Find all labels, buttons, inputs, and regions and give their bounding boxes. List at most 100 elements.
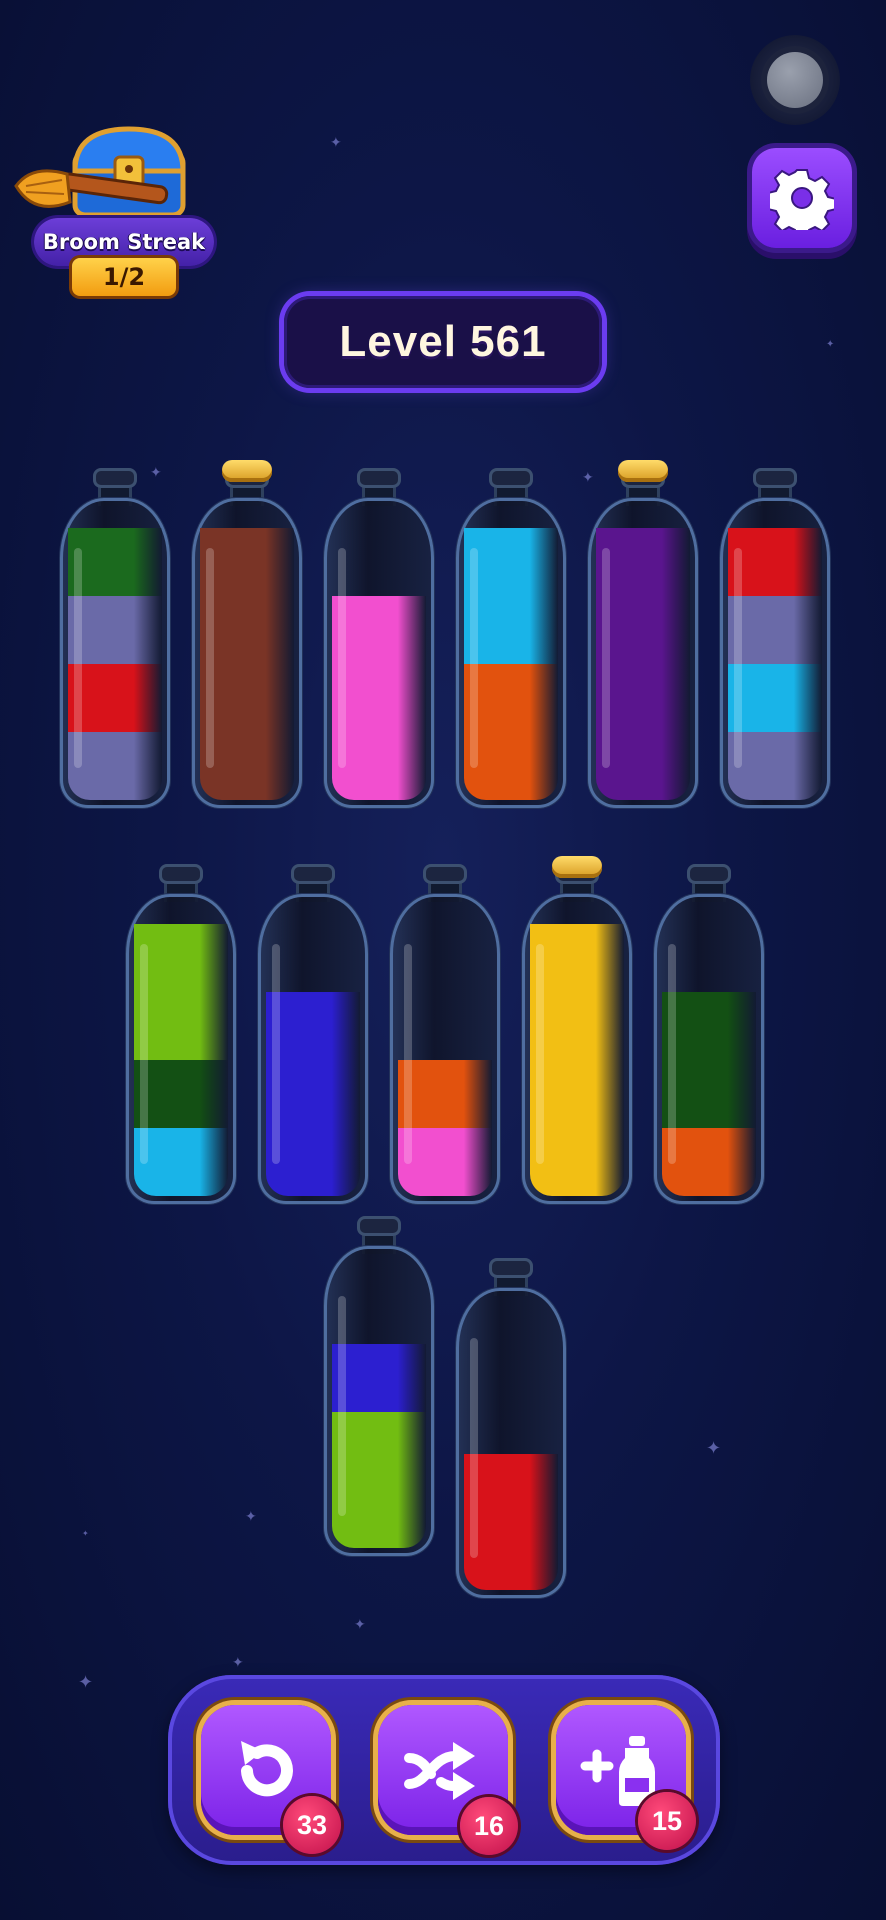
- liquid-layer-cyan: [134, 1128, 228, 1196]
- bottle-liquid: [464, 1454, 558, 1590]
- bottle-5[interactable]: [588, 460, 698, 808]
- shuffle-count-badge: 16: [460, 1797, 518, 1855]
- liquid-layer-dark_green: [68, 528, 162, 596]
- liquid-layer-pink: [332, 664, 426, 732]
- liquid-layer-purple: [596, 664, 690, 732]
- bottle-liquid: [662, 992, 756, 1196]
- bottle-8[interactable]: [258, 864, 368, 1204]
- gear-icon: [770, 169, 834, 230]
- bottle-liquid: [728, 528, 822, 800]
- liquid-layer-cyan: [464, 528, 558, 596]
- liquid-layer-lime: [332, 1480, 426, 1548]
- bottle-liquid: [134, 924, 228, 1196]
- undo-count-badge: 33: [283, 1796, 341, 1854]
- liquid-layer-cyan: [464, 596, 558, 664]
- bottle-glass: [456, 498, 566, 808]
- bottle-1[interactable]: [60, 468, 170, 808]
- star-icon: ✦: [826, 339, 835, 350]
- glass-shine: [668, 944, 676, 1164]
- liquid-layer-yellow: [530, 1128, 624, 1196]
- star-icon: ✦: [245, 1509, 257, 1525]
- bottle-lip: [489, 1258, 533, 1278]
- glass-shine: [338, 548, 346, 768]
- undo-icon: [241, 1741, 293, 1797]
- glass-shine: [536, 944, 544, 1164]
- assistive-touch-button[interactable]: [750, 35, 840, 125]
- bottle-13[interactable]: [456, 1258, 566, 1598]
- liquid-layer-forest: [662, 992, 756, 1060]
- bottle-10[interactable]: [522, 856, 632, 1204]
- bottle-lip: [489, 468, 533, 488]
- add-bottle-count-badge: 15: [638, 1792, 696, 1850]
- shuffle-icon: [404, 1742, 475, 1800]
- bottle-liquid: [68, 528, 162, 800]
- star-icon: ✦: [330, 135, 342, 151]
- glass-shine: [74, 548, 82, 768]
- bottle-glass: [192, 498, 302, 808]
- cork-icon: [552, 856, 602, 878]
- bottle-glass: [456, 1288, 566, 1598]
- bottle-glass: [126, 894, 236, 1204]
- liquid-layer-lime: [332, 1412, 426, 1480]
- bottle-7[interactable]: [126, 864, 236, 1204]
- bottle-3[interactable]: [324, 468, 434, 808]
- level-banner: Level 561: [284, 296, 602, 388]
- liquid-layer-red: [464, 1454, 558, 1522]
- bottle-lip: [753, 468, 797, 488]
- bottle-4[interactable]: [456, 468, 566, 808]
- glass-shine: [470, 1338, 478, 1558]
- liquid-layer-brown: [200, 664, 294, 732]
- liquid-layer-cyan: [728, 664, 822, 732]
- cork-icon: [222, 460, 272, 482]
- bottle-liquid: [398, 1060, 492, 1196]
- bottle-liquid: [332, 1344, 426, 1548]
- level-title: Level 561: [339, 317, 547, 366]
- liquid-layer-brown: [200, 528, 294, 596]
- liquid-layer-forest: [662, 1060, 756, 1128]
- liquid-layer-lime: [134, 924, 228, 992]
- star-icon: ✦: [78, 1672, 94, 1693]
- glass-shine: [140, 944, 148, 1164]
- bottle-lip: [423, 864, 467, 884]
- liquid-layer-orange: [464, 732, 558, 800]
- liquid-layer-yellow: [530, 924, 624, 992]
- liquid-layer-pink: [332, 596, 426, 664]
- bottle-lip: [159, 864, 203, 884]
- bottle-9[interactable]: [390, 864, 500, 1204]
- liquid-layer-red: [464, 1522, 558, 1590]
- settings-button[interactable]: [752, 148, 852, 248]
- bottle-liquid: [596, 528, 690, 800]
- bottle-lip: [93, 468, 137, 488]
- bottle-6[interactable]: [720, 468, 830, 808]
- liquid-layer-lavender: [68, 596, 162, 664]
- liquid-layer-blue: [266, 1060, 360, 1128]
- bottle-12[interactable]: [324, 1216, 434, 1556]
- star-icon: ✦: [706, 1438, 722, 1459]
- bottle-liquid: [200, 528, 294, 800]
- bottle-11[interactable]: [654, 864, 764, 1204]
- bottle-glass: [390, 894, 500, 1204]
- glass-shine: [602, 548, 610, 768]
- liquid-layer-pink: [398, 1128, 492, 1196]
- bottle-glass: [654, 894, 764, 1204]
- broom-streak-widget[interactable]: Broom Streak 1/2: [12, 118, 214, 298]
- bottle-glass: [588, 498, 698, 808]
- bottle-liquid: [332, 596, 426, 800]
- liquid-layer-purple: [596, 528, 690, 596]
- bottle-liquid: [530, 924, 624, 1196]
- liquid-layer-lavender: [728, 732, 822, 800]
- liquid-layer-purple: [596, 596, 690, 664]
- star-icon: ✦: [232, 1655, 244, 1671]
- liquid-layer-yellow: [530, 1060, 624, 1128]
- liquid-layer-yellow: [530, 992, 624, 1060]
- star-icon: ✦: [354, 1617, 366, 1633]
- liquid-layer-blue: [332, 1344, 426, 1412]
- glass-shine: [734, 548, 742, 768]
- liquid-layer-pink: [332, 732, 426, 800]
- glass-shine: [338, 1296, 346, 1516]
- liquid-layer-orange: [398, 1060, 492, 1128]
- cork-icon: [618, 460, 668, 482]
- bottle-2[interactable]: [192, 460, 302, 808]
- bottle-lip: [687, 864, 731, 884]
- liquid-layer-brown: [200, 596, 294, 664]
